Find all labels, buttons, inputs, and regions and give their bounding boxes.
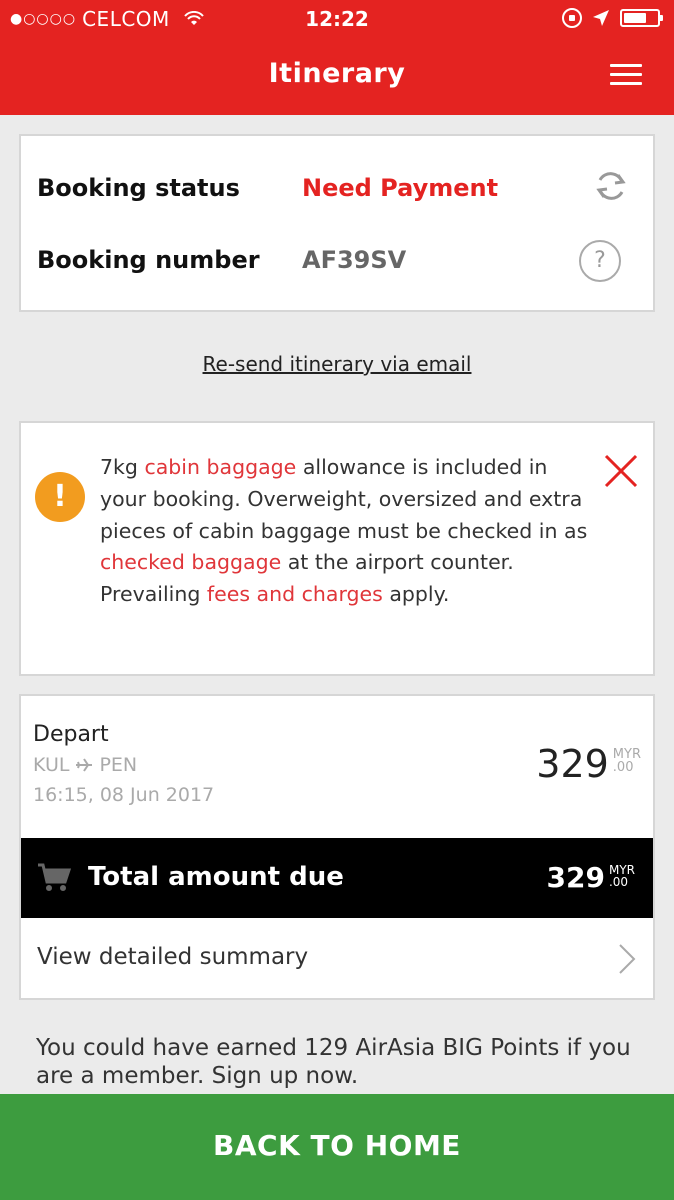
status-bar: ●○○○○ CELCOM 12:22: [0, 0, 674, 38]
flight-datetime: 16:15, 08 Jun 2017: [33, 784, 215, 806]
help-icon[interactable]: ?: [579, 240, 621, 282]
origin-code: KUL: [33, 754, 70, 776]
page-title: Itinerary: [268, 58, 406, 89]
location-arrow-icon: [593, 10, 609, 26]
notice-text-part: apply.: [382, 582, 450, 607]
view-summary-label: View detailed summary: [37, 944, 309, 970]
booking-number-label: Booking number: [37, 246, 260, 274]
refresh-icon[interactable]: [591, 166, 631, 206]
battery-icon: [620, 9, 663, 27]
resend-itinerary-link[interactable]: Re-send itinerary via email: [0, 352, 674, 376]
checked-baggage-link[interactable]: checked baggage: [100, 550, 281, 574]
fees-and-charges-link[interactable]: fees and charges: [207, 582, 383, 606]
flight-summary-card: Depart KUL PEN 16:15, 08 Jun 2017 329 MY…: [19, 694, 655, 1000]
view-summary-row[interactable]: View detailed summary: [21, 918, 653, 998]
flight-price-amount: 329: [536, 742, 609, 786]
total-price-amount: 329: [546, 861, 605, 894]
total-price-currency: MYR .00: [609, 864, 635, 888]
booking-number-value: AF39SV: [302, 246, 407, 274]
app-header: ●○○○○ CELCOM 12:22 Itinerary: [0, 0, 674, 115]
back-to-home-button[interactable]: BACK TO HOME: [0, 1094, 674, 1200]
big-points-promo-text[interactable]: You could have earned 129 AirAsia BIG Po…: [36, 1034, 656, 1090]
notice-text-part: 7kg: [100, 455, 145, 479]
destination-code: PEN: [99, 754, 138, 776]
flight-price: 329 MYR .00: [536, 744, 641, 784]
total-amount-label: Total amount due: [88, 862, 344, 892]
total-price: 329 MYR .00: [547, 862, 635, 894]
booking-number-row: Booking number AF39SV: [37, 240, 637, 280]
depart-label: Depart: [33, 722, 109, 747]
status-right: [562, 8, 663, 28]
flight-price-currency: MYR .00: [613, 748, 641, 774]
baggage-notice-card: ! 7kg cabin baggage allowance is include…: [19, 421, 655, 676]
cabin-baggage-link[interactable]: cabin baggage: [144, 455, 296, 479]
flight-route: KUL PEN: [33, 754, 137, 776]
rotation-lock-icon: [562, 8, 582, 28]
chevron-right-icon: [619, 944, 636, 974]
airplane-icon: [76, 758, 93, 772]
currency-cents: .00: [608, 875, 629, 889]
total-amount-bar: Total amount due 329 MYR .00: [21, 838, 653, 918]
warning-icon: !: [35, 472, 85, 522]
close-icon[interactable]: [603, 453, 639, 489]
currency-cents: .00: [612, 760, 634, 775]
shopping-cart-icon: [38, 863, 71, 891]
hamburger-menu-icon[interactable]: [610, 64, 642, 86]
booking-status-value: Need Payment: [302, 174, 499, 202]
booking-status-row: Booking status Need Payment: [37, 168, 637, 208]
baggage-notice-text: 7kg cabin baggage allowance is included …: [100, 452, 600, 611]
booking-status-label: Booking status: [37, 174, 240, 202]
booking-card: Booking status Need Payment Booking numb…: [19, 134, 655, 312]
